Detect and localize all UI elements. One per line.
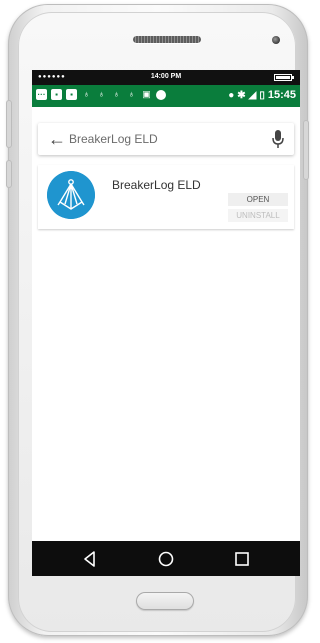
- uninstall-button[interactable]: UNINSTALL: [228, 209, 288, 222]
- app-name: BreakerLog ELD: [112, 178, 201, 192]
- android-status-bar: ··· ▪ ▪ ♁ ♁ ♁ ♁ ▣ ● ✱ ◢ ▯ 15:45: [32, 85, 300, 107]
- back-arrow-icon[interactable]: ←: [48, 129, 66, 149]
- search-input[interactable]: BreakerLog ELD: [69, 132, 158, 146]
- open-button[interactable]: OPEN: [228, 193, 288, 206]
- front-camera: [272, 36, 280, 44]
- image-icon: ▣: [142, 89, 151, 99]
- bulb-icon: ♁: [113, 89, 120, 99]
- message-icon: ···: [36, 89, 47, 100]
- volume-down-button[interactable]: [6, 160, 12, 188]
- location-icon: ●: [228, 89, 235, 101]
- navigation-bar: [32, 541, 300, 576]
- device-time: 14:00 PM: [150, 73, 182, 80]
- device-battery-icon: [274, 74, 294, 81]
- signal-icon: ◢: [248, 89, 257, 101]
- sim-icon: ▪: [51, 89, 62, 100]
- bulb-icon: ♁: [128, 89, 135, 99]
- recent-apps-icon[interactable]: [232, 549, 252, 569]
- power-button[interactable]: [303, 120, 309, 180]
- app-result-card[interactable]: BreakerLog ELD OPEN UNINSTALL: [38, 165, 294, 229]
- bulb-icon: ♁: [98, 89, 105, 99]
- bluetooth-icon: ✱: [237, 89, 246, 101]
- status-time: 15:45: [267, 89, 296, 101]
- mic-icon[interactable]: [272, 130, 284, 148]
- volume-up-button[interactable]: [6, 100, 12, 148]
- home-icon[interactable]: [156, 549, 176, 569]
- app-logo-icon[interactable]: [47, 171, 95, 219]
- search-bar[interactable]: ← BreakerLog ELD: [38, 123, 294, 155]
- screen: ●●●●●● 14:00 PM ··· ▪ ▪ ♁ ♁ ♁ ♁ ▣ ● ✱ ◢ …: [32, 70, 300, 576]
- sim-icon: ▪: [66, 89, 77, 100]
- system-icons: ● ✱ ◢ ▯ 15:45: [228, 89, 296, 101]
- notification-icons: ··· ▪ ▪ ♁ ♁ ♁ ♁ ▣: [36, 89, 166, 100]
- speaker-grille: [133, 36, 201, 43]
- record-dot-icon: [156, 89, 166, 100]
- bulb-icon: ♁: [83, 89, 90, 99]
- back-icon[interactable]: [80, 549, 100, 569]
- home-button[interactable]: [136, 592, 194, 610]
- battery-icon: ▯: [259, 89, 265, 101]
- device-status-bar: ●●●●●● 14:00 PM: [32, 70, 300, 85]
